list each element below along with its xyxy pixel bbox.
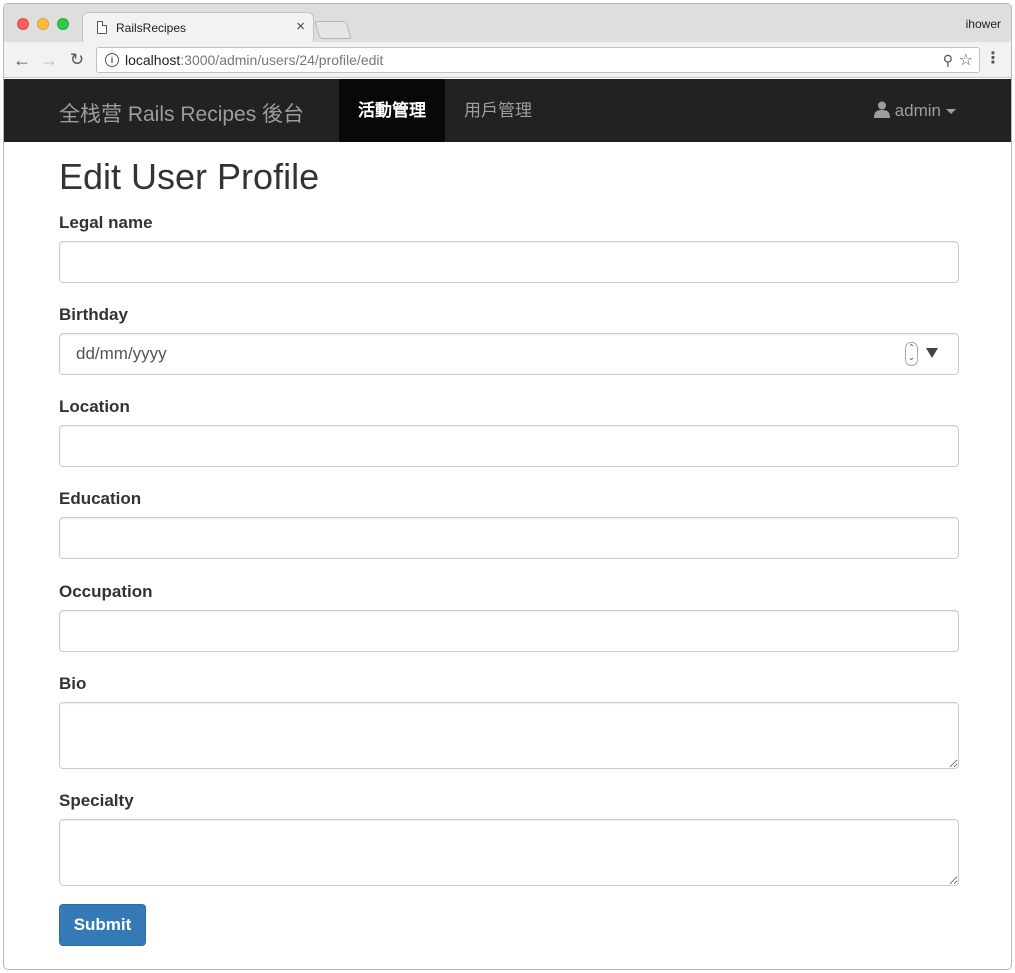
- profile-name[interactable]: ihower: [966, 17, 1001, 31]
- star-icon[interactable]: ☆: [959, 50, 973, 70]
- url-host: localhost: [125, 52, 181, 68]
- browser-toolbar: ← → ↻ i localhost:3000/admin/users/24/pr…: [4, 42, 1011, 78]
- birthday-value: dd/mm/yyyy: [76, 344, 167, 363]
- bio-textarea[interactable]: [59, 702, 959, 769]
- tab-strip: RailsRecipes × ihower: [4, 4, 1011, 42]
- maximize-window-button[interactable]: [57, 18, 69, 30]
- tab-close-icon[interactable]: ×: [296, 18, 305, 36]
- bio-label: Bio: [59, 674, 87, 693]
- tab-title: RailsRecipes: [116, 21, 187, 35]
- page-title: Edit User Profile: [59, 156, 320, 197]
- browser-window: RailsRecipes × ihower ← → ↻ i localhost:…: [3, 3, 1012, 970]
- page-icon: [97, 21, 107, 34]
- reload-icon[interactable]: ↻: [66, 48, 88, 72]
- spinner-icon[interactable]: ⌃ ⌄: [905, 342, 918, 366]
- url-text[interactable]: localhost:3000/admin/users/24/profile/ed…: [125, 52, 383, 68]
- kebab-menu-icon[interactable]: ⋮: [985, 50, 1001, 68]
- field-specialty: Specialty: [59, 791, 959, 886]
- app-navbar: 全栈营 Rails Recipes 後台 活動管理 用戶管理 admin: [4, 79, 1011, 142]
- legal-name-label: Legal name: [59, 213, 153, 232]
- birthday-input[interactable]: dd/mm/yyyy ⌃ ⌄: [59, 333, 959, 375]
- user-dropdown[interactable]: admin: [873, 79, 956, 142]
- field-occupation: Occupation: [59, 582, 959, 652]
- arrow-left-icon[interactable]: ←: [11, 48, 33, 72]
- occupation-label: Occupation: [59, 582, 153, 601]
- education-label: Education: [59, 489, 142, 508]
- new-tab-button[interactable]: [314, 21, 352, 39]
- occupation-input[interactable]: [59, 610, 959, 652]
- field-bio: Bio: [59, 674, 959, 769]
- education-input[interactable]: [59, 517, 959, 559]
- submit-button[interactable]: Submit: [59, 904, 146, 946]
- location-label: Location: [59, 397, 130, 416]
- field-education: Education: [59, 489, 959, 559]
- brand-link[interactable]: 全栈营 Rails Recipes 後台: [59, 98, 304, 128]
- info-icon[interactable]: i: [105, 53, 119, 67]
- location-input[interactable]: [59, 425, 959, 467]
- browser-tab[interactable]: RailsRecipes ×: [82, 12, 314, 42]
- zoom-icon[interactable]: ⚲: [943, 52, 953, 69]
- nav-item-events[interactable]: 活動管理: [339, 79, 445, 142]
- dropdown-triangle-icon[interactable]: [926, 348, 938, 358]
- close-window-button[interactable]: [17, 18, 29, 30]
- legal-name-input[interactable]: [59, 241, 959, 283]
- specialty-textarea[interactable]: [59, 819, 959, 886]
- address-bar[interactable]: i localhost:3000/admin/users/24/profile/…: [96, 47, 980, 73]
- specialty-label: Specialty: [59, 791, 134, 810]
- main-content: Edit User Profile Legal name Birthday dd…: [59, 142, 959, 946]
- field-location: Location: [59, 397, 959, 467]
- user-icon: [873, 101, 890, 118]
- minimize-window-button[interactable]: [37, 18, 49, 30]
- user-label: admin: [894, 101, 941, 120]
- nav-item-users[interactable]: 用戶管理: [445, 79, 551, 142]
- caret-down-icon: [946, 109, 956, 115]
- arrow-right-icon[interactable]: →: [38, 48, 60, 72]
- field-birthday: Birthday dd/mm/yyyy ⌃ ⌄: [59, 305, 959, 375]
- birthday-label: Birthday: [59, 305, 128, 324]
- field-legal-name: Legal name: [59, 213, 959, 283]
- url-path: :3000/admin/users/24/profile/edit: [180, 52, 384, 68]
